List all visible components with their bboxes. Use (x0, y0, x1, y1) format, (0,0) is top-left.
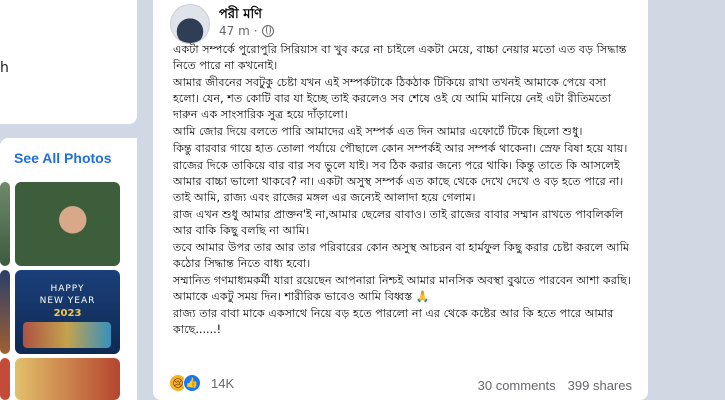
photo-text-line: NEW YEAR (39, 296, 96, 306)
feed-post: পরী মণি 47 m · একটা সম্পর্কে পুরোপুরি সি… (153, 0, 648, 400)
post-paragraph: আমার জীবনের সবটুকু চেষ্টা যখন এই সম্পর্ক… (173, 76, 611, 121)
meta-separator: · (253, 24, 258, 38)
post-paragraph: রাজ এখন শুধু আমার প্রাক্তন'ই না,আমার ছেল… (173, 208, 624, 237)
reaction-count[interactable]: 14K (211, 376, 234, 391)
post-body: একটা সম্পর্কে পুরোপুরি সিরিয়াস বা খুব ক… (173, 42, 635, 339)
photo-thumbnail[interactable] (0, 182, 10, 266)
right-background (648, 0, 725, 400)
post-paragraph: আমি জোর দিয়ে বলতে পারি আমাদের এই সম্পর্… (173, 125, 583, 138)
left-info-card: h (0, 0, 137, 124)
shares-count-link[interactable]: 399 shares (568, 378, 632, 393)
like-reaction-icon: 👍 (183, 374, 201, 392)
photo-decoration (23, 322, 111, 348)
post-paragraph: সম্মানিত গণমাধ্যমকর্মী যারা রয়েছেন আপনা… (173, 274, 631, 303)
photo-thumbnail[interactable] (15, 358, 120, 400)
photo-text-line: 2023 (53, 308, 82, 319)
post-paragraph: রাজ্য তার বাবা মাকে একসাথে নিয়ে বড় হতে… (173, 307, 614, 336)
post-meta: 47 m · (219, 24, 274, 38)
photo-thumbnail[interactable] (0, 358, 10, 400)
post-paragraph: রাজের দিকে তাকিয়ে বার বার সব ভুলে যাই। … (173, 159, 624, 204)
comments-count-link[interactable]: 30 comments (478, 378, 556, 393)
left-snippet-text: h (0, 60, 9, 76)
photo-thumbnail[interactable] (0, 270, 10, 354)
photo-thumbnail[interactable] (15, 182, 120, 266)
see-all-photos-link[interactable]: See All Photos (14, 150, 112, 166)
reaction-summary[interactable]: 😢 👍 14K (169, 374, 234, 392)
author-avatar[interactable] (170, 4, 210, 44)
post-paragraph: একটা সম্পর্কে পুরোপুরি সিরিয়াস বা খুব ক… (173, 43, 627, 72)
post-paragraph: কিন্তু বারবার গায়ে হাত তোলা পর্যায়ে পৌ… (173, 142, 628, 155)
globe-icon (261, 25, 274, 37)
photo-thumbnail-new-year[interactable]: HAPPY NEW YEAR 2023 (15, 270, 120, 354)
post-paragraph: তবে আমার উপর তার আর তার পরিবারের কোন অসু… (173, 241, 630, 270)
left-column: h See All Photos HAPPY NEW YEAR 2023 (0, 0, 137, 400)
author-name[interactable]: পরী মণি (219, 5, 262, 26)
photo-text-line: HAPPY (50, 284, 85, 294)
post-time[interactable]: 47 m (219, 24, 250, 38)
post-stats: 30 comments 399 shares (478, 378, 632, 393)
